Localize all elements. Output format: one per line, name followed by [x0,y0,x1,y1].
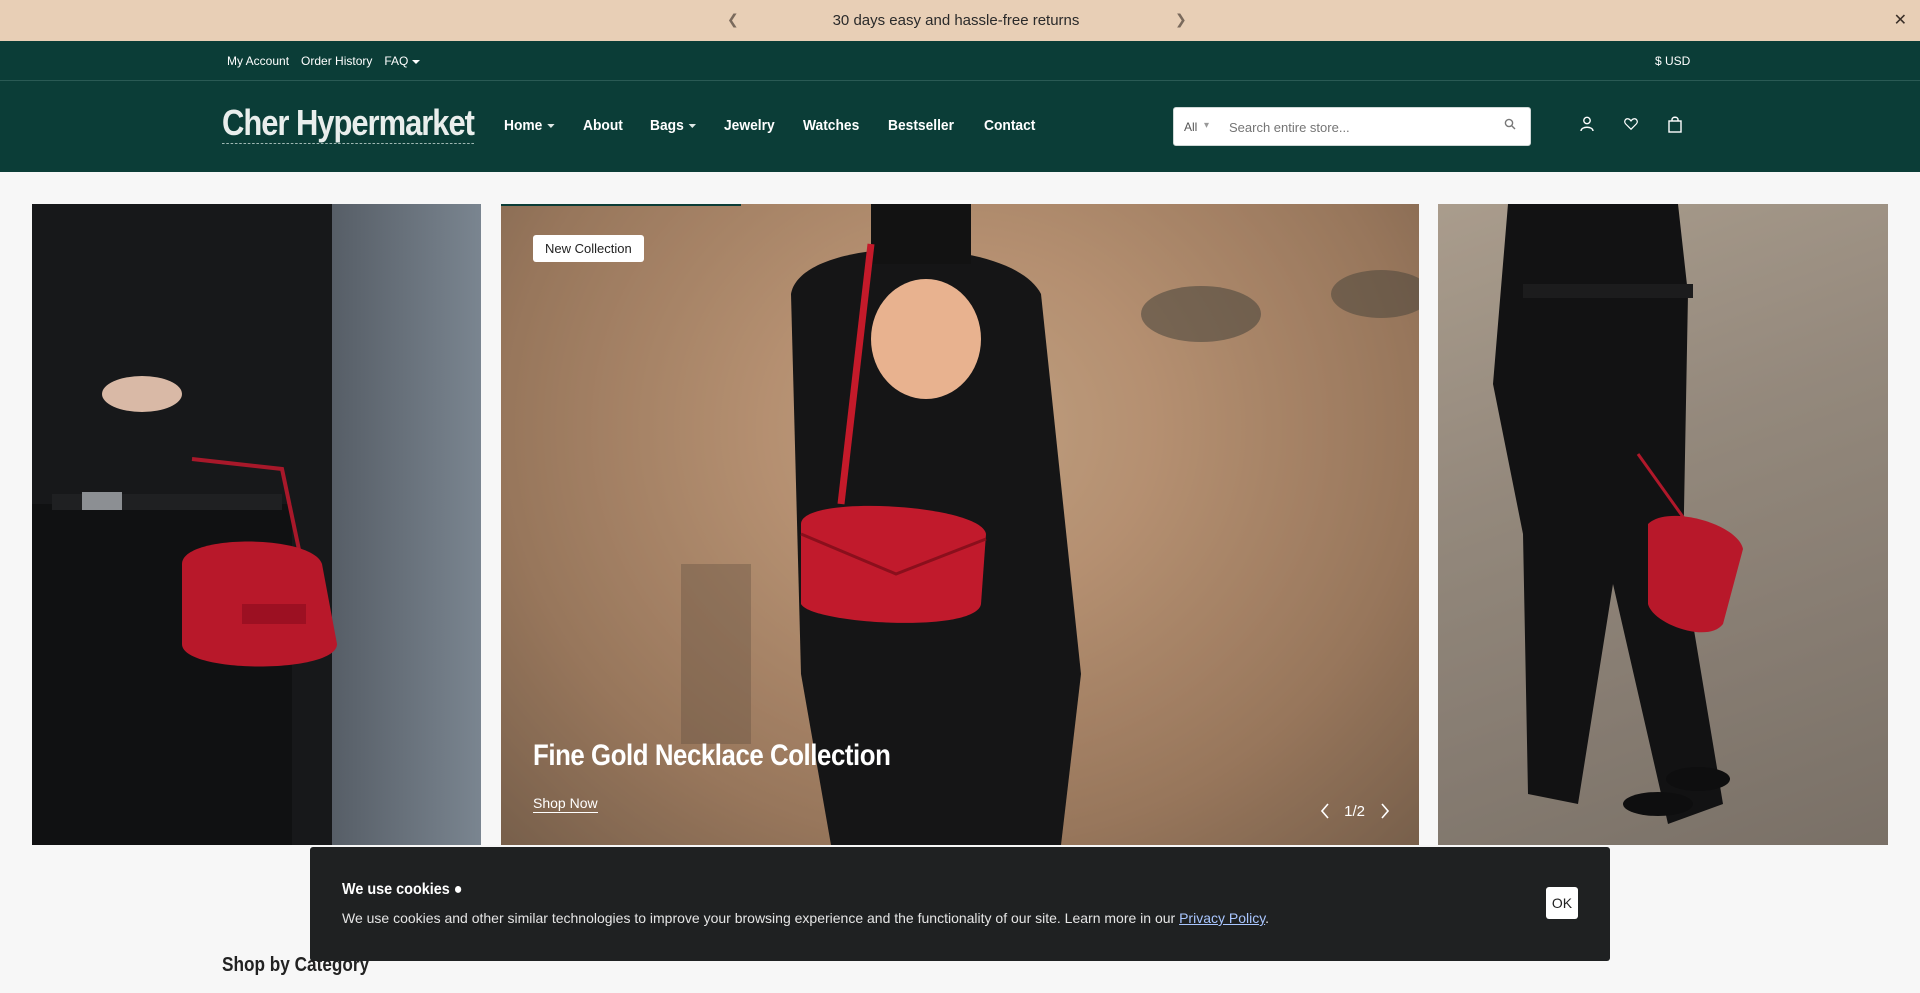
user-icon[interactable] [1580,115,1594,133]
slide-active-image[interactable]: New Collection Fine Gold Necklace Collec… [501,204,1419,845]
announcement-bar: ❮ 30 days easy and hassle-free returns ❯… [0,0,1920,41]
faq-dropdown[interactable]: FAQ [384,54,420,68]
currency-selector[interactable]: $ USD [1655,54,1690,68]
announcement-text: 30 days easy and hassle-free returns [832,12,1080,29]
chevron-down-icon [688,123,696,128]
cookie-body-text: We use cookies and other similar technol… [342,910,1180,926]
order-history-link[interactable]: Order History [301,54,372,68]
privacy-policy-link[interactable]: Privacy Policy [1179,910,1265,926]
nav-item-home[interactable]: Home [504,117,555,134]
nav-label: Jewelry [723,117,775,134]
heart-icon[interactable] [1624,115,1638,133]
new-collection-badge: New Collection [533,235,644,262]
nav-item-bags[interactable]: Bags [650,117,696,134]
slide-next-image[interactable] [1438,204,1888,845]
shop-now-link[interactable]: Shop Now [533,795,598,813]
chevron-down-icon [546,123,555,128]
nav-label: Home [504,117,543,134]
slide-next-photo [1438,204,1888,845]
bag-icon[interactable] [1668,115,1682,133]
nav-item-contact[interactable]: Contact [984,117,1035,134]
cookie-icon: ● [453,881,463,898]
slider-pager: 1/2 [1320,802,1389,820]
hero-slider: New Collection Fine Gold Necklace Collec… [0,204,1920,845]
nav-label: About [582,117,623,134]
search-icon[interactable] [1504,118,1516,130]
nav-item-about[interactable]: About [583,117,623,134]
chevron-down-icon: ▾ [1204,120,1210,131]
cookie-banner: We use cookies ● We use cookies and othe… [310,847,1610,961]
nav-label: Contact [983,117,1035,134]
header-actions [1580,115,1682,133]
slide-prev-image[interactable] [32,204,481,845]
main-header: Cher Hypermarket Home About Bags Jewelry… [0,81,1920,172]
nav-item-jewelry[interactable]: Jewelry [724,117,775,134]
my-account-link[interactable]: My Account [227,54,289,68]
cookie-title-text: We use cookies [342,881,450,898]
store-logo[interactable]: Cher Hypermarket [222,103,475,144]
chevron-right-icon[interactable]: ❯ [1175,11,1187,28]
nav-item-bestseller[interactable]: Bestseller [888,117,954,134]
slider-page-indicator: 1/2 [1344,802,1365,820]
slide-title: Fine Gold Necklace Collection [533,739,891,772]
cookie-ok-button[interactable]: OK [1546,887,1578,919]
main-nav: Home About Bags Jewelry Watches Bestsell… [504,117,1039,134]
slider-next-icon[interactable] [1379,802,1389,820]
nav-item-watches[interactable]: Watches [803,117,859,134]
slide-prev-photo [32,204,337,845]
cookie-body: We use cookies and other similar technol… [342,910,1270,926]
slider-prev-icon[interactable] [1320,802,1330,820]
search-category-select[interactable]: All [1184,120,1197,134]
nav-label: Bags [650,117,684,134]
slider-progress-bar [501,204,741,206]
nav-label: Bestseller [887,117,954,134]
utility-links: My Account Order History FAQ [227,54,420,68]
search-bar: All ▾ [1173,107,1531,146]
close-icon[interactable]: ✕ [1894,10,1907,30]
nav-label: Watches [802,117,859,134]
search-input[interactable] [1229,116,1499,138]
cookie-title: We use cookies ● [342,881,463,899]
utility-bar: My Account Order History FAQ $ USD [0,41,1920,81]
